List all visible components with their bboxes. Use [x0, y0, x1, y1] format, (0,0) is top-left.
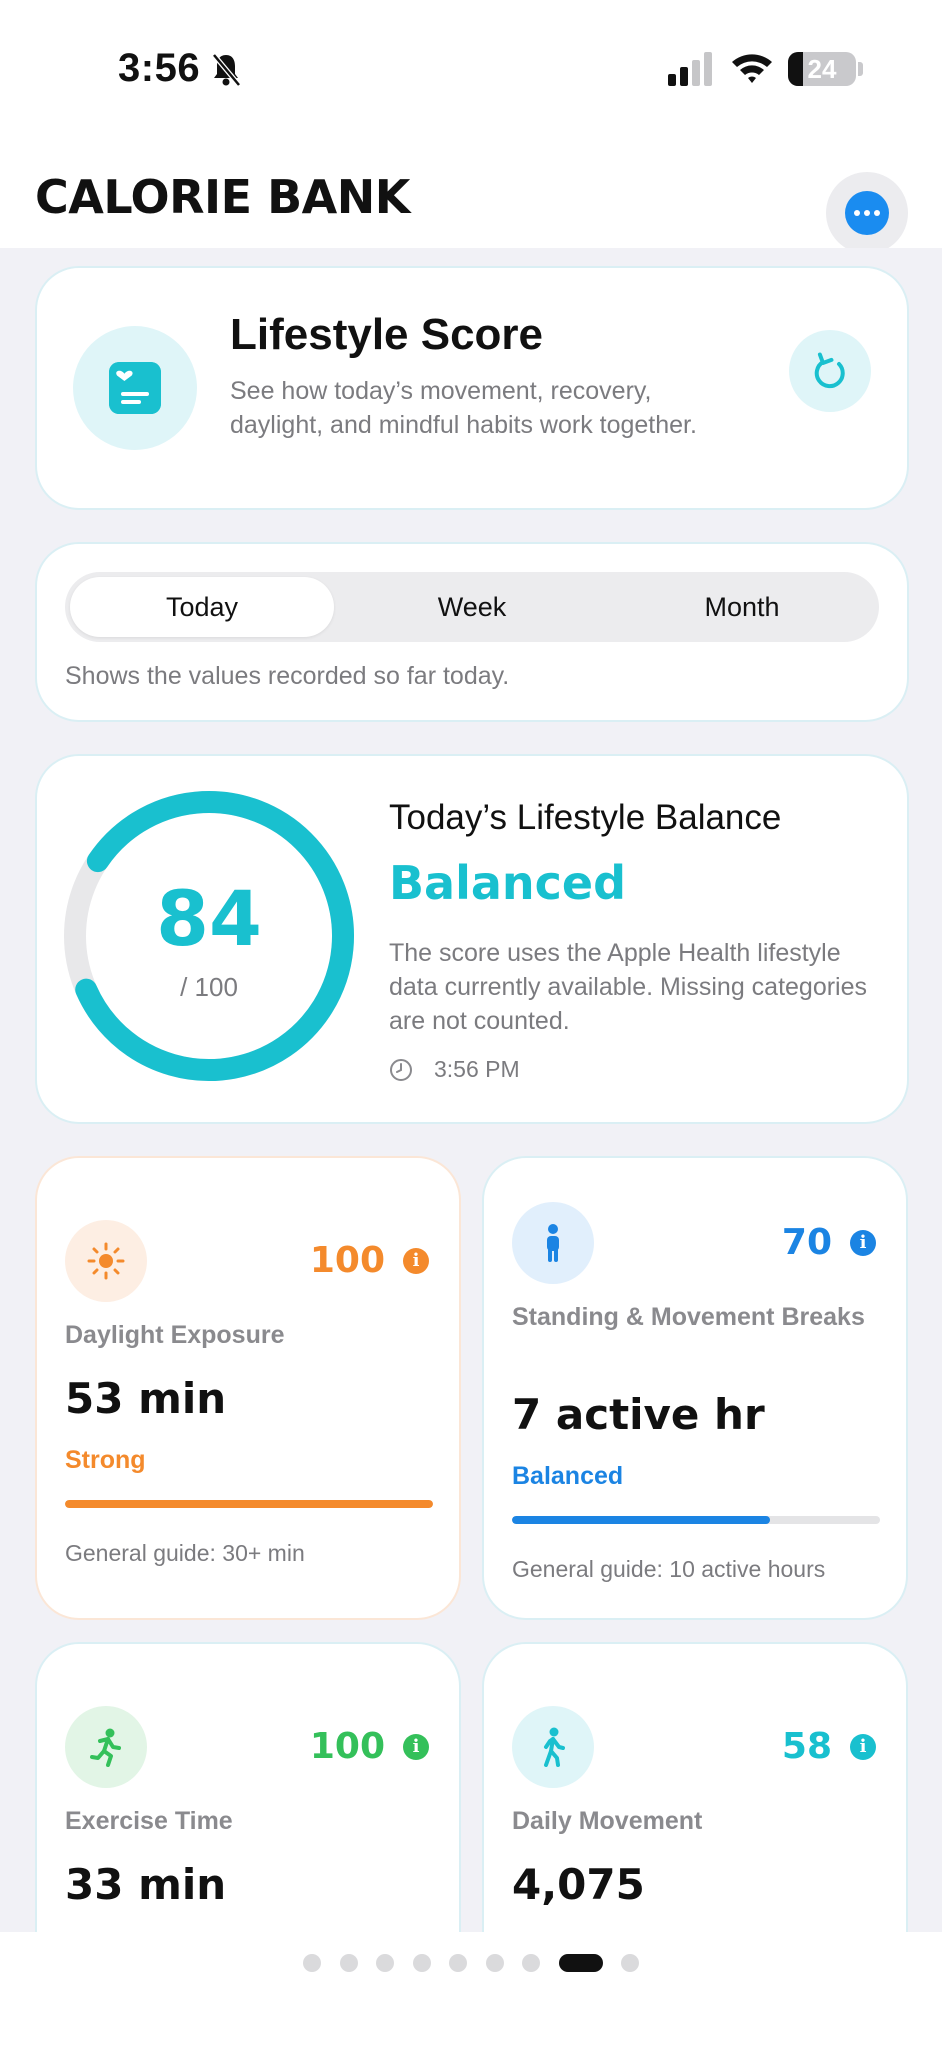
- info-icon[interactable]: i: [403, 1248, 429, 1274]
- ellipsis-icon: [845, 191, 889, 235]
- metric-guide: General guide: 10 active hours: [512, 1556, 826, 1582]
- page-dot[interactable]: [339, 1954, 358, 1972]
- lifestyle-score-description: See how today’s movement, recovery, dayl…: [230, 377, 697, 439]
- metric-progress-fill: [512, 1516, 770, 1524]
- period-segmented-control: Today Week Month: [65, 572, 879, 642]
- metric-label: Daily Movement: [512, 1807, 703, 1835]
- sun-icon: [65, 1220, 147, 1302]
- metric-progress-fill: [65, 1500, 433, 1508]
- refresh-icon: [814, 352, 845, 389]
- app-title: CALORIE BANK: [35, 170, 410, 224]
- battery-percent: 24: [807, 54, 837, 84]
- metric-value: 7 active hr: [512, 1390, 765, 1439]
- balance-time: 3:56 PM: [434, 1056, 520, 1082]
- info-icon[interactable]: i: [850, 1230, 876, 1256]
- metric-value: 33 min: [65, 1860, 227, 1909]
- page-indicator[interactable]: [0, 1932, 942, 2048]
- lifestyle-icon-badge: [73, 326, 197, 450]
- lifestyle-score-card: Lifestyle Score See how today’s movement…: [35, 266, 909, 510]
- metric-card-standing[interactable]: 70 i Standing & Movement Breaks 7 active…: [482, 1156, 908, 1620]
- metric-score: 58: [781, 1726, 832, 1767]
- balance-title: Today’s Lifestyle Balance: [389, 798, 782, 837]
- lifestyle-score-title: Lifestyle Score: [230, 310, 544, 359]
- info-icon[interactable]: i: [403, 1734, 429, 1760]
- health-card-icon: [109, 362, 161, 414]
- page-dot[interactable]: [303, 1954, 321, 1972]
- app-header: CALORIE BANK: [0, 140, 942, 254]
- metric-progress-bar: [65, 1500, 433, 1508]
- bell-muted-icon: [212, 53, 241, 87]
- metric-status: Balanced: [512, 1462, 624, 1490]
- balance-status: Balanced: [389, 856, 627, 910]
- metric-value: 4,075: [512, 1860, 645, 1909]
- tab-week[interactable]: Week: [340, 577, 604, 637]
- status-bar: 3:56 24: [0, 0, 942, 140]
- page-dot[interactable]: [621, 1954, 639, 1972]
- page-dot[interactable]: [376, 1954, 394, 1972]
- metric-guide: General guide: 30+ min: [65, 1540, 305, 1566]
- running-person-icon: [65, 1706, 147, 1788]
- more-button[interactable]: [826, 172, 908, 254]
- info-icon[interactable]: i: [850, 1734, 876, 1760]
- page-dot[interactable]: [522, 1954, 540, 1972]
- page-dot[interactable]: [449, 1954, 467, 1972]
- battery-cap: [858, 62, 863, 76]
- metric-label: Standing & Movement Breaks: [512, 1303, 865, 1331]
- metric-card-exercise[interactable]: 100 i Exercise Time 33 min: [35, 1642, 461, 1932]
- metric-score: 100: [309, 1726, 385, 1767]
- battery-icon: 24: [788, 52, 856, 86]
- tab-today[interactable]: Today: [70, 577, 334, 637]
- metric-value: 53 min: [65, 1374, 227, 1423]
- balance-description: The score uses the Apple Health lifestyl…: [389, 939, 868, 1035]
- period-note: Shows the values recorded so far today.: [65, 662, 510, 690]
- metric-card-daylight[interactable]: 100 i Daylight Exposure 53 min Strong Ge…: [35, 1156, 461, 1620]
- period-card: Today Week Month Shows the values record…: [35, 542, 909, 722]
- metric-progress-bar: [512, 1516, 880, 1524]
- metric-score: 70: [781, 1222, 832, 1263]
- metric-label: Daylight Exposure: [65, 1321, 285, 1349]
- score-max: / 100: [180, 972, 238, 1002]
- standing-person-icon: [512, 1202, 594, 1284]
- walking-person-icon: [512, 1706, 594, 1788]
- metric-label: Exercise Time: [65, 1807, 233, 1835]
- status-time: 3:56: [118, 46, 201, 90]
- page-dot[interactable]: [485, 1954, 504, 1972]
- page-dot-active[interactable]: [558, 1954, 603, 1972]
- page-dot[interactable]: [412, 1954, 431, 1972]
- metric-score: 100: [309, 1240, 385, 1281]
- score-value: 84: [156, 874, 262, 963]
- cellular-signal-icon: [668, 52, 712, 86]
- clock-icon: [390, 1059, 412, 1081]
- wifi-icon: [732, 54, 772, 83]
- balance-score-card: 84 / 100 Today’s Lifestyle Balance Balan…: [35, 754, 909, 1124]
- scroll-content[interactable]: Lifestyle Score See how today’s movement…: [0, 248, 942, 1932]
- tab-month[interactable]: Month: [610, 577, 874, 637]
- refresh-button[interactable]: [789, 330, 871, 412]
- metric-card-movement[interactable]: 58 i Daily Movement 4,075: [482, 1642, 908, 1932]
- metric-status: Strong: [65, 1446, 146, 1474]
